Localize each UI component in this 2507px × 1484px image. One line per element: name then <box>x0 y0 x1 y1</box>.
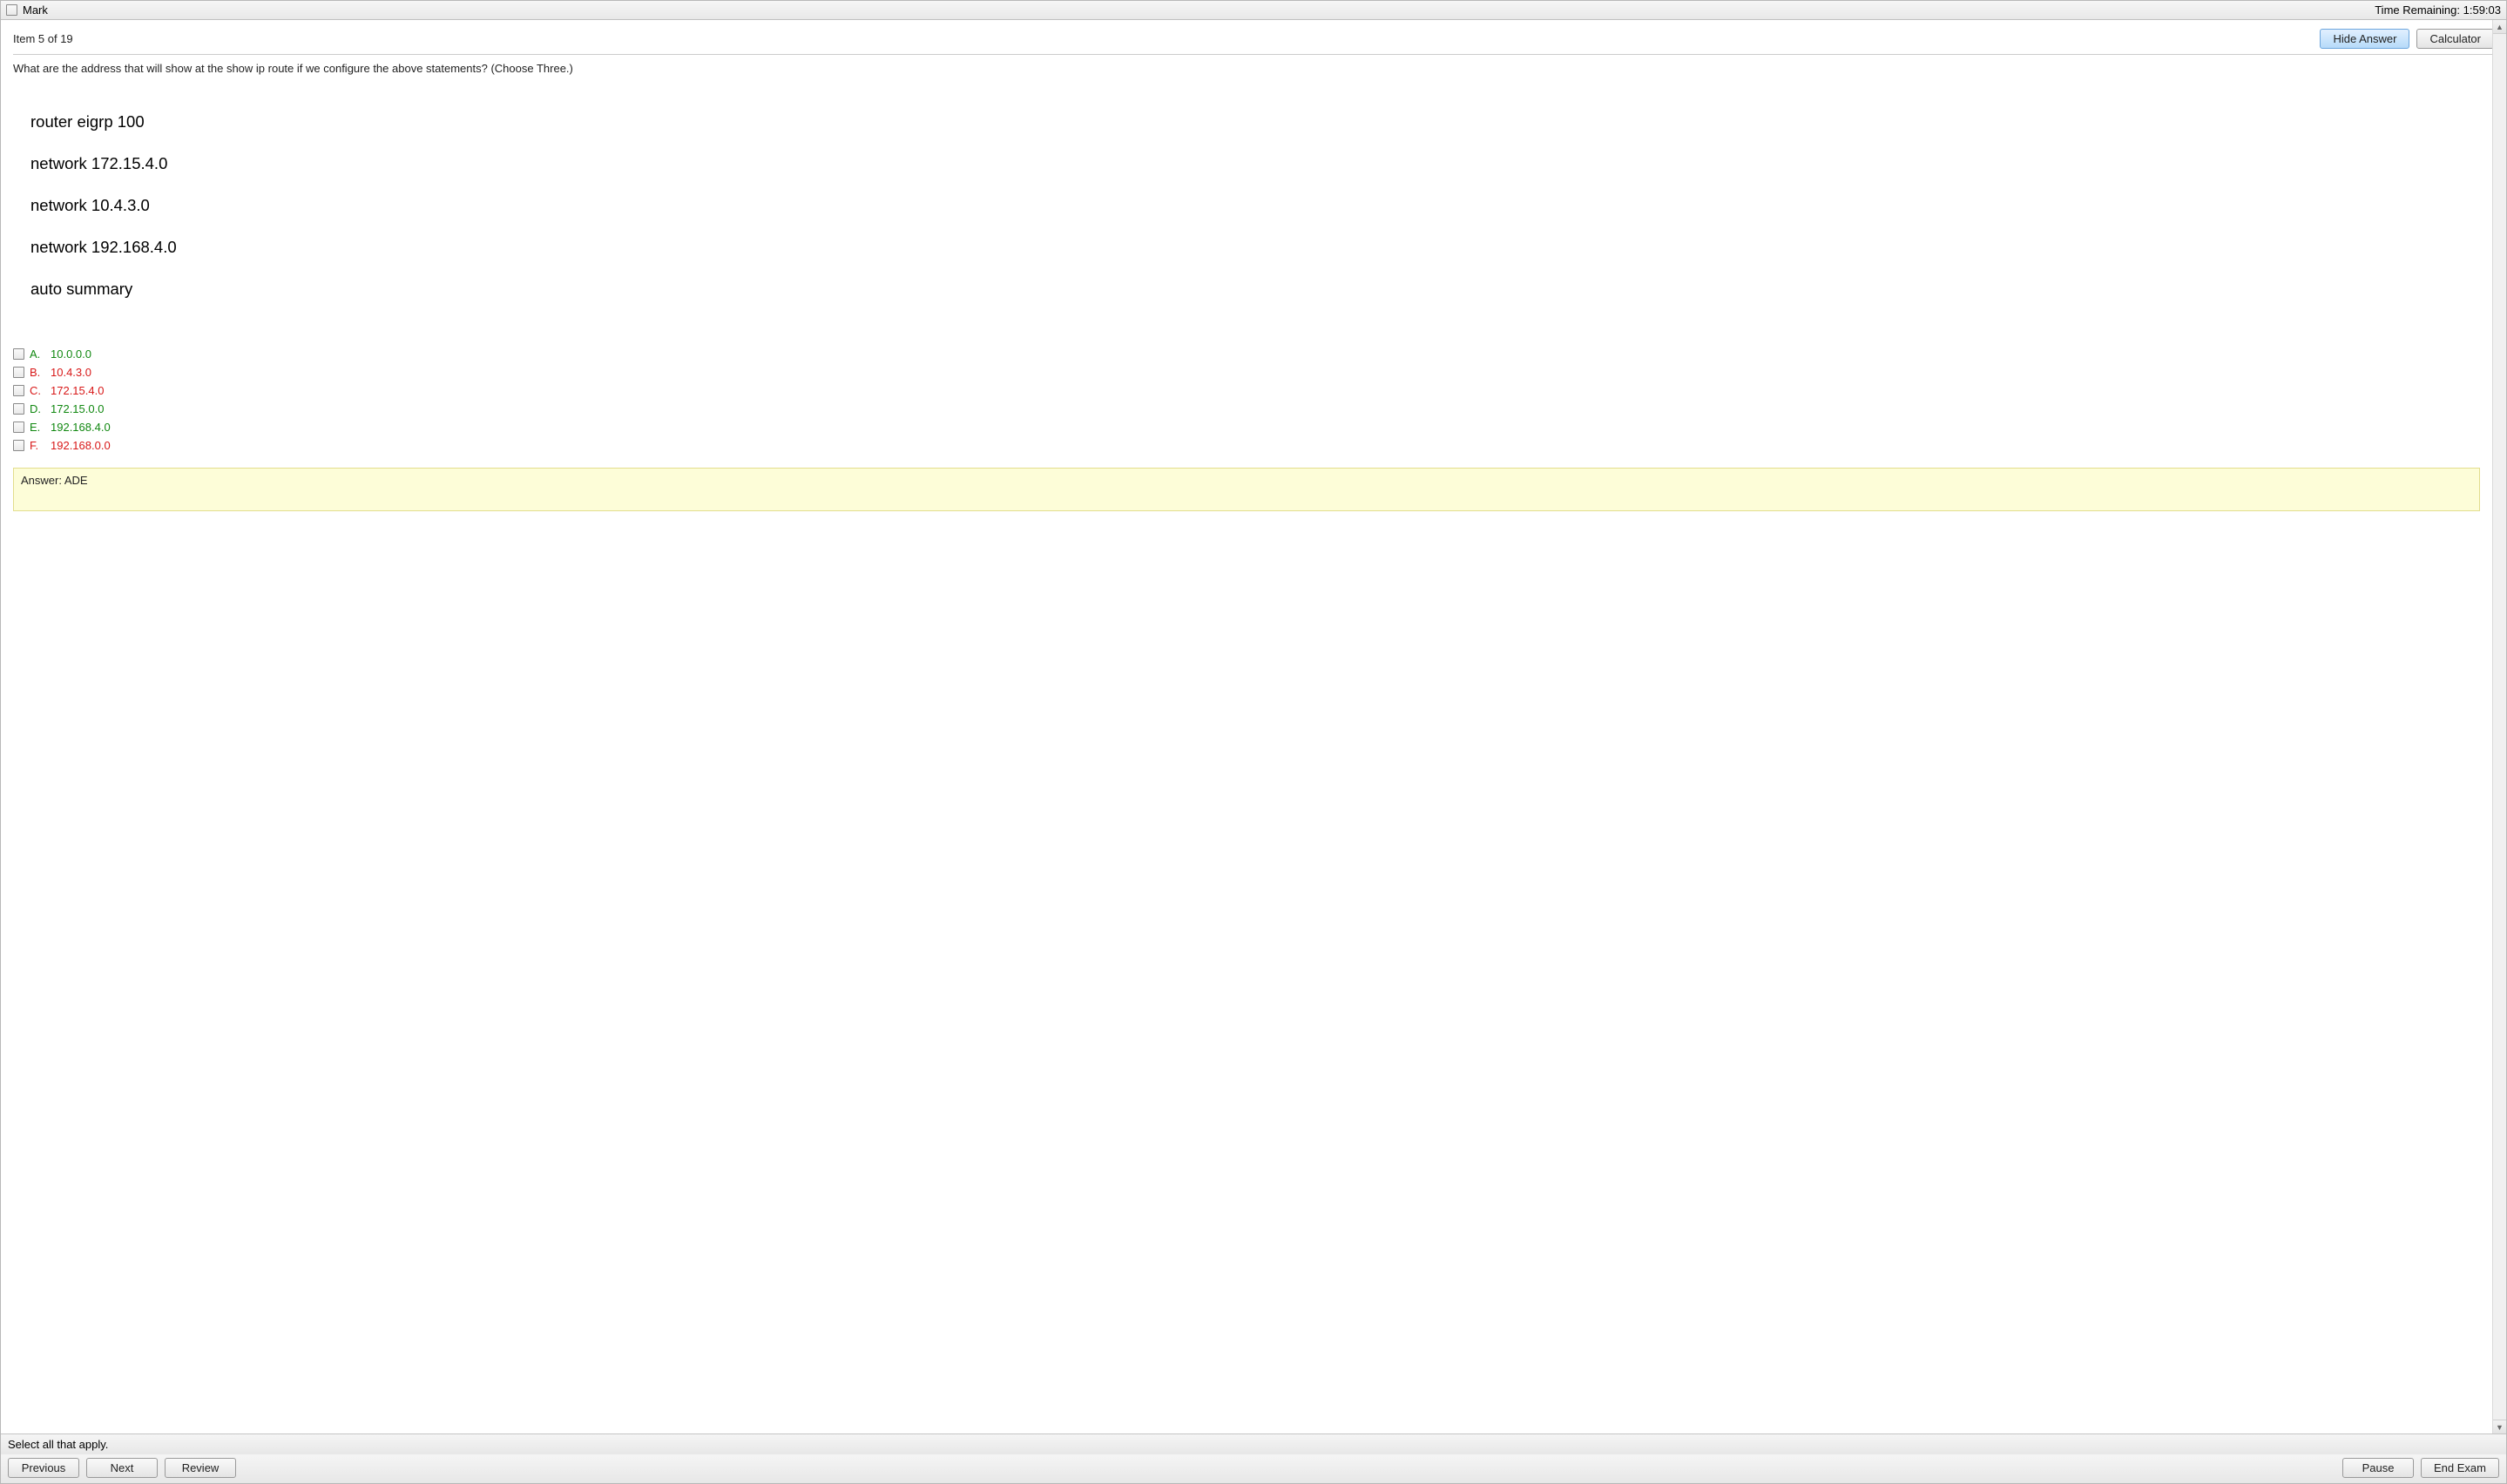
config-line: auto summary <box>30 279 2480 300</box>
config-line: router eigrp 100 <box>30 111 2480 132</box>
option-c-letter: C. <box>30 384 45 397</box>
option-d[interactable]: D. 172.15.0.0 <box>13 401 2480 417</box>
option-c-checkbox[interactable] <box>13 385 24 396</box>
next-button[interactable]: Next <box>86 1458 158 1478</box>
option-d-letter: D. <box>30 402 45 415</box>
answer-box: Answer: ADE <box>13 468 2480 511</box>
item-header: Item 5 of 19 Hide Answer Calculator <box>1 20 2506 54</box>
option-b[interactable]: B. 10.4.3.0 <box>13 364 2480 381</box>
item-counter: Item 5 of 19 <box>13 32 73 45</box>
mark-checkbox[interactable] <box>6 4 17 16</box>
options-list: A. 10.0.0.0 B. 10.4.3.0 C. 172.15.4.0 D.… <box>13 346 2480 454</box>
scroll-down-icon[interactable]: ▼ <box>2493 1420 2506 1433</box>
option-c-text: 172.15.4.0 <box>51 384 104 397</box>
option-b-text: 10.4.3.0 <box>51 366 91 379</box>
header-buttons: Hide Answer Calculator <box>2320 29 2494 49</box>
scrollbar[interactable]: ▲ ▼ <box>2492 20 2506 1433</box>
mark-label: Mark <box>23 3 48 17</box>
scroll-up-icon[interactable]: ▲ <box>2493 20 2506 34</box>
option-e-text: 192.168.4.0 <box>51 421 111 434</box>
calculator-button[interactable]: Calculator <box>2416 29 2494 49</box>
option-c[interactable]: C. 172.15.4.0 <box>13 382 2480 399</box>
review-button[interactable]: Review <box>165 1458 236 1478</box>
time-remaining-value: 1:59:03 <box>2463 3 2501 17</box>
config-block: router eigrp 100 network 172.15.4.0 netw… <box>30 91 2480 321</box>
bottom-right: Pause End Exam <box>2342 1458 2499 1478</box>
option-e-checkbox[interactable] <box>13 422 24 433</box>
option-a-letter: A. <box>30 347 45 361</box>
option-b-checkbox[interactable] <box>13 367 24 378</box>
time-remaining-label: Time Remaining: <box>2375 3 2460 17</box>
option-e[interactable]: E. 192.168.4.0 <box>13 419 2480 435</box>
option-f-text: 192.168.0.0 <box>51 439 111 452</box>
option-d-checkbox[interactable] <box>13 403 24 415</box>
option-f-letter: F. <box>30 439 45 452</box>
top-bar-left: Mark <box>6 3 48 17</box>
end-exam-button[interactable]: End Exam <box>2421 1458 2499 1478</box>
previous-button[interactable]: Previous <box>8 1458 79 1478</box>
question-text: What are the address that will show at t… <box>13 62 2480 75</box>
option-f[interactable]: F. 192.168.0.0 <box>13 437 2480 454</box>
option-a-text: 10.0.0.0 <box>51 347 91 361</box>
time-remaining: Time Remaining: 1:59:03 <box>2375 3 2501 17</box>
option-a-checkbox[interactable] <box>13 348 24 360</box>
option-e-letter: E. <box>30 421 45 434</box>
top-bar: Mark Time Remaining: 1:59:03 <box>1 1 2506 20</box>
config-line: network 10.4.3.0 <box>30 195 2480 216</box>
option-f-checkbox[interactable] <box>13 440 24 451</box>
bottom-bar: Previous Next Review Pause End Exam <box>1 1454 2506 1483</box>
option-b-letter: B. <box>30 366 45 379</box>
instruction-text: Select all that apply. <box>8 1438 108 1451</box>
question-area: What are the address that will show at t… <box>1 55 2506 1433</box>
option-a[interactable]: A. 10.0.0.0 <box>13 346 2480 362</box>
hide-answer-button[interactable]: Hide Answer <box>2320 29 2409 49</box>
content-area: Item 5 of 19 Hide Answer Calculator What… <box>1 20 2506 1433</box>
config-line: network 192.168.4.0 <box>30 237 2480 258</box>
config-line: network 172.15.4.0 <box>30 153 2480 174</box>
bottom-left: Previous Next Review <box>8 1458 236 1478</box>
answer-text: Answer: ADE <box>21 474 88 487</box>
option-d-text: 172.15.0.0 <box>51 402 104 415</box>
instruction-bar: Select all that apply. <box>1 1433 2506 1454</box>
pause-button[interactable]: Pause <box>2342 1458 2414 1478</box>
